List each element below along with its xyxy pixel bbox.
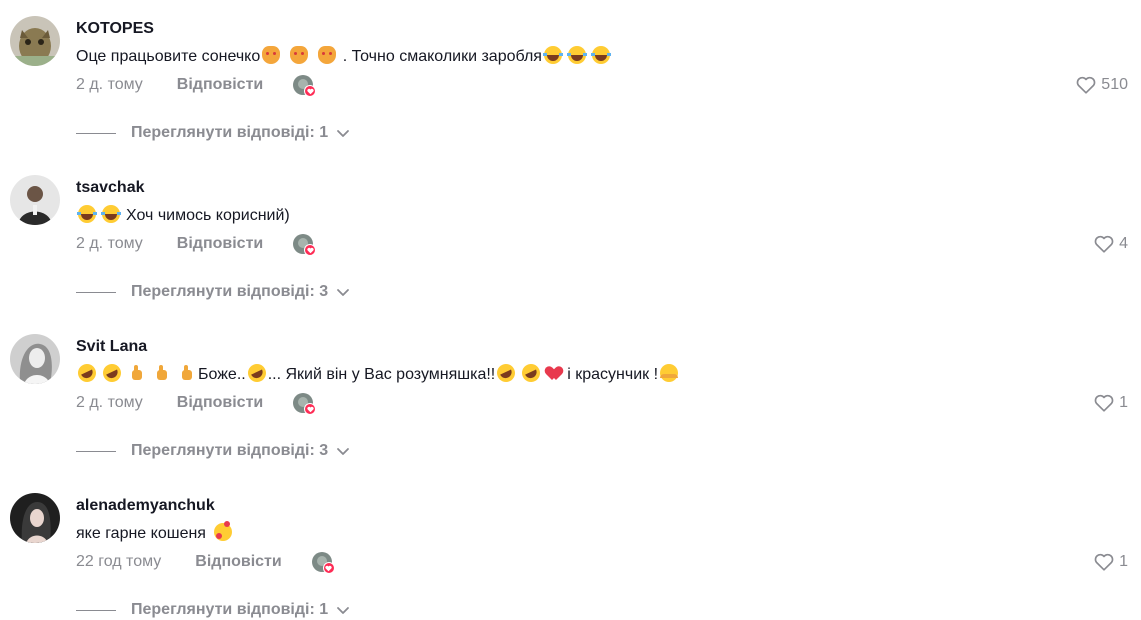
comment-text-part: Оце працьовите сонечко [76,48,261,65]
smiling-hearts-emoji-icon [213,521,232,541]
comment-meta: 2 д. тому Відповісти [76,391,317,415]
comment-text-part: яке гарне кошеня [76,525,206,542]
reply-button[interactable]: Відповісти [177,76,263,94]
comment-item: KOTOPES Оце працьовите сонечко . Точно с… [0,0,1141,159]
heart-outline-icon [1076,76,1096,94]
comment-text: Боже.. ... Який він у Вас розумняшка!! і к… [75,361,680,385]
heart-emoji-icon [547,364,565,382]
like-button[interactable]: 510 [1075,73,1128,97]
comment-time: 2 д. тому [76,76,143,93]
comment-text: Оце працьовите сонечко . Точно смаколики… [76,46,612,66]
comment-time: 22 год тому [76,553,162,570]
view-replies-button[interactable]: Переглянути відповіді: 3 [76,439,350,463]
avatar[interactable] [10,334,60,384]
rofl-emoji-icon [75,361,99,385]
comment-meta: 2 д. тому Відповісти [76,232,317,256]
divider-line [76,132,116,134]
chevron-down-icon [337,289,350,296]
thumbs-up-emoji-icon [153,364,171,382]
like-button[interactable]: 1 [1093,391,1128,415]
like-count: 4 [1119,235,1128,252]
like-count: 510 [1101,76,1128,93]
comment-meta: 2 д. тому Відповісти [76,73,317,97]
creator-liked-icon [311,551,335,574]
comment-text: Хоч чимось корисний) [76,205,290,225]
laughing-emoji-icon [101,205,121,223]
hugging-emoji-icon [660,364,679,382]
comment-text-part: . Точно смаколики заробля [338,48,542,65]
laughing-emoji-icon [590,46,611,64]
avatar[interactable] [10,16,60,66]
like-count: 1 [1119,553,1128,570]
view-replies-label: Переглянути відповіді: 1 [131,601,329,618]
rofl-emoji-icon [519,361,544,385]
rofl-emoji-icon [494,361,519,385]
reply-button[interactable]: Відповісти [177,394,263,412]
chevron-down-icon [337,130,350,137]
rofl-emoji-icon [244,361,269,385]
avatar[interactable] [10,175,60,225]
comment-text-part: і красунчик ! [567,366,659,383]
reply-button[interactable]: Відповісти [177,235,263,253]
view-replies-label: Переглянути відповіді: 3 [131,442,329,459]
comment-text-part: Хоч чимось корисний) [126,207,290,224]
cat-emoji-icon [290,46,309,64]
creator-liked-icon [293,233,317,256]
like-button[interactable]: 1 [1093,550,1128,574]
comment-text-part: ... Який він у Вас розумняшка!! [267,366,496,383]
comment-text: яке гарне кошеня [76,521,234,543]
rofl-emoji-icon [100,361,124,385]
cat-emoji-icon [262,46,281,64]
heart-outline-icon [1094,553,1114,571]
laughing-emoji-icon [77,205,97,223]
divider-line [76,291,116,293]
creator-liked-icon [293,392,317,415]
avatar[interactable] [10,493,60,543]
creator-liked-icon [293,74,317,97]
thumbs-up-emoji-icon [128,364,146,382]
like-button[interactable]: 4 [1093,232,1128,256]
comment-time: 2 д. тому [76,235,143,252]
view-replies-button[interactable]: Переглянути відповіді: 1 [76,598,350,620]
view-replies-label: Переглянути відповіді: 1 [131,124,329,141]
chevron-down-icon [337,448,350,455]
comment-username[interactable]: KOTOPES [76,20,154,38]
comment-item: Svit Lana Боже.. ... Який він у Вас розум… [0,318,1141,477]
chevron-down-icon [337,607,350,614]
comment-username[interactable]: alenademyanchuk [76,497,215,515]
divider-line [76,450,116,452]
view-replies-label: Переглянути відповіді: 3 [131,283,329,300]
heart-outline-icon [1094,394,1114,412]
laughing-emoji-icon [566,46,587,64]
comment-item: alenademyanchuk яке гарне кошеня 22 год … [0,477,1141,620]
comment-username[interactable]: tsavchak [76,179,145,197]
view-replies-button[interactable]: Переглянути відповіді: 1 [76,121,350,145]
thumbs-up-emoji-icon [178,364,196,382]
comment-meta: 22 год тому Відповісти [76,550,335,574]
comment-item: tsavchak Хоч чимось корисний) 2 д. тому … [0,159,1141,318]
reply-button[interactable]: Відповісти [195,553,281,571]
heart-outline-icon [1094,235,1114,253]
divider-line [76,609,116,611]
laughing-emoji-icon [542,46,563,64]
view-replies-button[interactable]: Переглянути відповіді: 3 [76,280,350,304]
comment-username[interactable]: Svit Lana [76,338,147,356]
comment-text-part: Боже.. [198,366,246,383]
cat-emoji-icon [318,46,337,64]
comment-time: 2 д. тому [76,394,143,411]
like-count: 1 [1119,394,1128,411]
